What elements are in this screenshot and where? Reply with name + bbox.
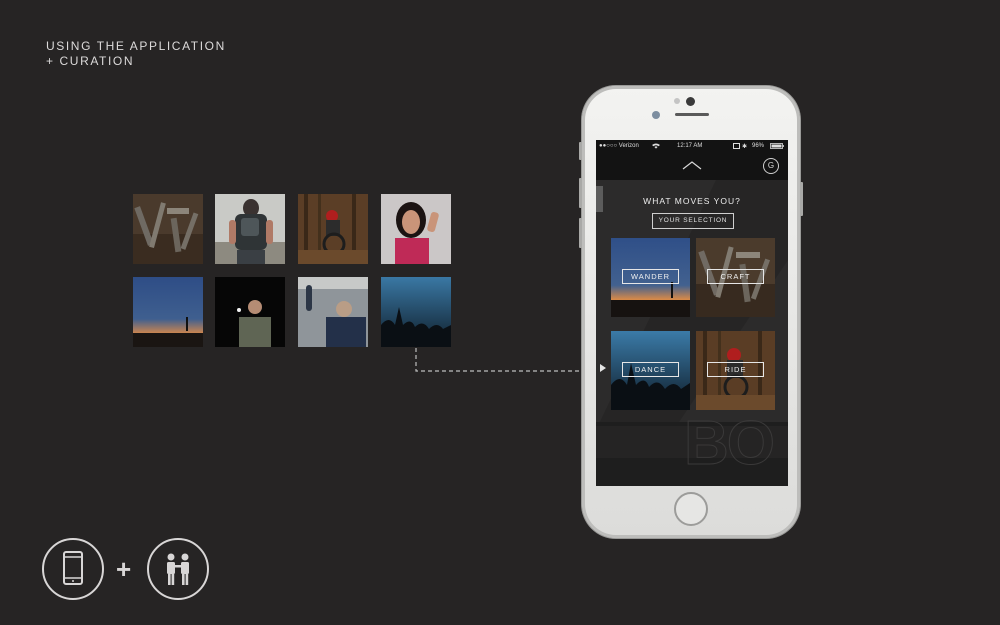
people-icon (147, 538, 209, 600)
app-nav-bar: G (596, 153, 788, 180)
wifi-icon (652, 143, 660, 151)
phone-power-button (800, 182, 803, 216)
heading-line-2: + CURATION (46, 54, 135, 68)
phone-volume-up (579, 178, 582, 208)
watermark-logo: BO (684, 409, 776, 479)
alarm-icon (733, 143, 740, 151)
battery-icon (770, 143, 784, 151)
phone-screen: ●●○○○ Verizon 12:17 AM ✱ 96% G WHAT MOVE… (596, 140, 788, 486)
battery-percent: 96% (752, 143, 765, 149)
tile-wander[interactable]: WANDER (611, 238, 690, 317)
chevron-up-icon[interactable] (682, 161, 702, 170)
heading-line-1: USING THE APPLICATION (46, 39, 226, 53)
thumbnail-mountain-bike[interactable] (298, 194, 368, 264)
tile-ride[interactable]: RIDE (696, 331, 775, 410)
tile-label-wander: WANDER (622, 269, 679, 284)
phone-mockup: ●●○○○ Verizon 12:17 AM ✱ 96% G WHAT MOVE… (579, 86, 803, 538)
earpiece-speaker (675, 113, 709, 116)
tile-label-craft: CRAFT (707, 269, 764, 284)
phone-sensor (652, 111, 660, 119)
thumbnail-stage-speaker[interactable] (215, 277, 285, 347)
thumbnail-dusk-silhouette[interactable] (133, 277, 203, 347)
phone-volume-down (579, 218, 582, 248)
thumbnail-tools[interactable] (133, 194, 203, 264)
plus-sign: + (116, 554, 132, 584)
play-marker-icon (600, 364, 606, 372)
tile-craft[interactable]: CRAFT (696, 238, 775, 317)
screen-title: WHAT MOVES YOU? (643, 196, 741, 206)
tile-dance[interactable]: DANCE (611, 331, 690, 410)
phone-proximity-dot (674, 98, 680, 104)
your-selection-button[interactable]: YOUR SELECTION (652, 213, 734, 229)
front-camera (686, 97, 695, 106)
status-bar: ●●○○○ Verizon 12:17 AM ✱ 96% (596, 140, 788, 153)
bluetooth-icon: ✱ (742, 144, 748, 150)
profile-button[interactable]: G (763, 158, 779, 174)
thumbnail-backpack-runner[interactable] (215, 194, 285, 264)
tile-label-dance: DANCE (622, 362, 679, 377)
thumbnail-concert-crowd[interactable] (381, 277, 451, 347)
thumbnail-woman-speaker[interactable] (381, 194, 451, 264)
thumbnail-crowd-raised-arm[interactable] (298, 277, 368, 347)
tile-label-ride: RIDE (707, 362, 764, 377)
page-heading: USING THE APPLICATION + CURATION (46, 39, 226, 69)
smartphone-icon (42, 538, 104, 600)
phone-mute-switch (579, 142, 582, 160)
carrier-signal: ●●○○○ Verizon (599, 143, 639, 149)
status-time: 12:17 AM (677, 143, 703, 149)
home-button[interactable] (674, 492, 708, 526)
